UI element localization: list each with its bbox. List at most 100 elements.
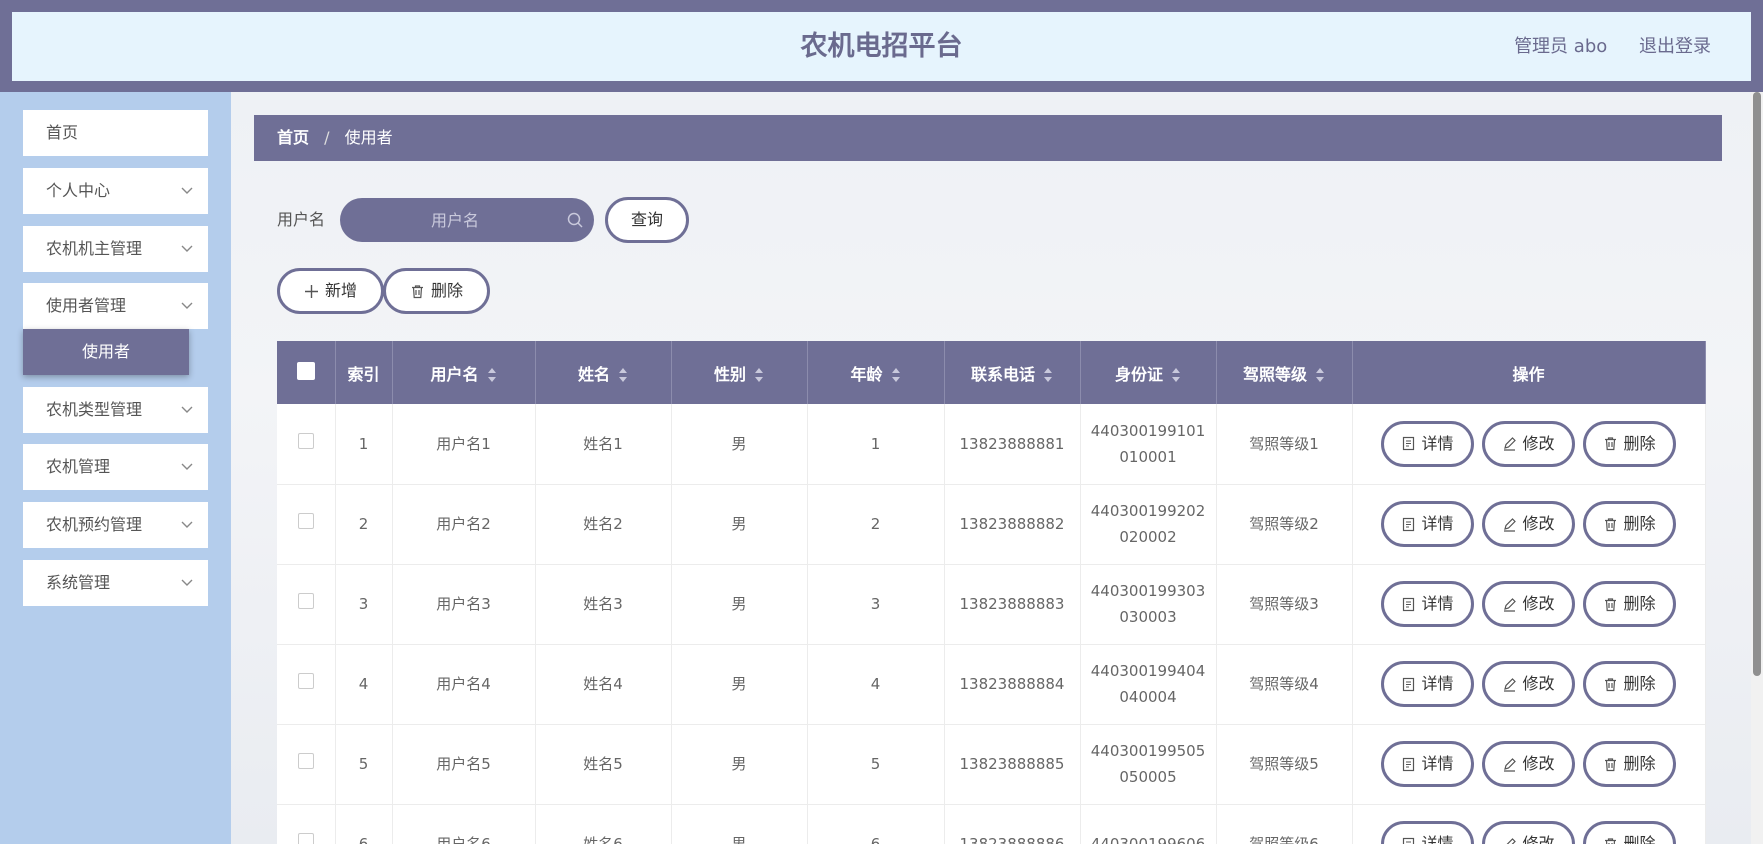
search-input[interactable]: [340, 198, 570, 242]
sort-icon[interactable]: [618, 367, 628, 383]
cell-index: 5: [335, 724, 393, 805]
detail-button[interactable]: 详情: [1381, 661, 1474, 707]
sidebar-item-reservation-management[interactable]: 农机预约管理: [23, 502, 208, 548]
id-card-line-2: 010001: [1119, 447, 1177, 466]
cell-gender: 男: [671, 644, 808, 725]
document-icon: [1403, 837, 1415, 844]
select-all-checkbox[interactable]: [296, 361, 315, 380]
logout-link[interactable]: 退出登录: [1639, 36, 1711, 57]
header-panel: 农机电招平台 管理员 abo 退出登录: [12, 12, 1751, 81]
column-header-index: 索引: [335, 341, 393, 404]
cell-id-card: 440300199404 040004: [1080, 644, 1217, 725]
vertical-scrollbar[interactable]: [1751, 92, 1763, 844]
sort-icon[interactable]: [1171, 367, 1181, 383]
edit-button[interactable]: 修改: [1482, 741, 1575, 787]
table-header-row: 索引 用户名 姓名 性别 年龄 联系电话 身份证 驾照等级 操作: [277, 341, 1706, 404]
delete-button-label: 删除: [1623, 754, 1656, 773]
sort-icon[interactable]: [1315, 367, 1325, 383]
edit-icon: [1504, 437, 1517, 451]
cell-name: 姓名3: [535, 564, 672, 645]
cell-phone: 13823888883: [944, 564, 1081, 645]
select-all-cell: [277, 341, 336, 404]
edit-button[interactable]: 修改: [1482, 581, 1575, 627]
row-checkbox[interactable]: [297, 833, 314, 844]
cell-phone: 13823888882: [944, 484, 1081, 565]
column-header-gender[interactable]: 性别: [671, 341, 808, 404]
sort-icon[interactable]: [487, 367, 497, 383]
cell-gender: 男: [671, 724, 808, 805]
id-card-line-2: 040004: [1119, 688, 1177, 706]
table-row: 3 用户名3 姓名3 男 3 13823888883 440300199303 030003 驾…: [277, 564, 1706, 645]
cell-age: 4: [807, 644, 945, 725]
delete-button[interactable]: 删除: [1583, 420, 1676, 467]
column-header-name[interactable]: 姓名: [535, 341, 672, 404]
query-button[interactable]: 查询: [605, 197, 689, 243]
row-checkbox[interactable]: [297, 593, 314, 609]
cell-license: 驾照等级2: [1216, 484, 1353, 565]
delete-button[interactable]: 删除: [1583, 821, 1676, 844]
detail-button[interactable]: 详情: [1381, 581, 1474, 627]
delete-button-label: 删除: [1623, 514, 1656, 533]
delete-button[interactable]: 删除: [1583, 501, 1676, 547]
sidebar-item-machine-type-management[interactable]: 农机类型管理: [23, 387, 208, 433]
sidebar-item-label: 农机预约管理: [46, 515, 143, 534]
edit-button[interactable]: 修改: [1482, 420, 1575, 467]
delete-button[interactable]: 删除: [1583, 581, 1676, 627]
delete-button-label: 删除: [1623, 674, 1656, 693]
bulk-delete-button[interactable]: 删除: [383, 268, 490, 314]
row-checkbox[interactable]: [297, 673, 314, 689]
column-header-age[interactable]: 年龄: [807, 341, 945, 404]
add-button[interactable]: 新增: [277, 268, 384, 314]
chevron-down-icon: [180, 168, 194, 214]
cell-age: 1: [807, 404, 945, 485]
detail-button[interactable]: 详情: [1381, 821, 1474, 844]
table-row: 6 用户名6 姓名6 男 6 13823888886 440300199606 驾照等级6 详情…: [277, 804, 1706, 844]
sidebar-subitem-users[interactable]: 使用者: [23, 329, 189, 375]
id-card-line-1: 440300199505: [1090, 742, 1206, 760]
row-checkbox[interactable]: [297, 513, 314, 529]
row-checkbox[interactable]: [297, 432, 314, 449]
column-header-phone[interactable]: 联系电话: [944, 341, 1081, 404]
delete-button[interactable]: 删除: [1583, 741, 1676, 787]
sidebar-item-personal-center[interactable]: 个人中心: [23, 168, 208, 214]
sidebar-item-system-management[interactable]: 系统管理: [23, 560, 208, 606]
edit-button[interactable]: 修改: [1482, 821, 1575, 844]
scrollbar-thumb[interactable]: [1753, 92, 1761, 676]
cell-id-card: 440300199202 020002: [1080, 484, 1217, 565]
search-icon[interactable]: [566, 211, 584, 229]
delete-button[interactable]: 删除: [1583, 661, 1676, 707]
sort-icon[interactable]: [891, 367, 901, 383]
column-header-username[interactable]: 用户名: [392, 341, 536, 404]
document-icon: [1403, 677, 1415, 691]
sort-icon[interactable]: [754, 367, 764, 383]
edit-button[interactable]: 修改: [1482, 501, 1575, 547]
detail-button[interactable]: 详情: [1381, 501, 1474, 547]
sidebar: 首页 个人中心 农机机主管理 使用者管理 使用者 农机类型管理 农机管理 农机预…: [0, 92, 231, 844]
id-card-line-2: 050005: [1119, 768, 1177, 786]
row-select-cell: [277, 564, 336, 645]
cell-index: 6: [335, 804, 393, 844]
column-header-id-card[interactable]: 身份证: [1080, 341, 1217, 404]
sidebar-item-machine-management[interactable]: 农机管理: [23, 444, 208, 490]
column-header-license[interactable]: 驾照等级: [1216, 341, 1353, 404]
row-checkbox[interactable]: [297, 753, 314, 769]
search-label: 用户名: [277, 210, 326, 229]
sidebar-item-owner-management[interactable]: 农机机主管理: [23, 226, 208, 272]
trash-icon: [1605, 437, 1617, 451]
detail-button-label: 详情: [1421, 754, 1454, 773]
cell-index: 4: [335, 644, 393, 725]
detail-button[interactable]: 详情: [1381, 420, 1474, 467]
cell-username: 用户名3: [392, 564, 536, 645]
id-card-line-1: 440300199202: [1090, 502, 1206, 520]
cell-id-card: 440300199505 050005: [1080, 724, 1217, 805]
edit-button[interactable]: 修改: [1482, 661, 1575, 707]
query-button-label: 查询: [630, 210, 663, 229]
sidebar-item-home[interactable]: 首页: [23, 110, 208, 156]
sort-icon[interactable]: [1043, 367, 1053, 383]
row-select-cell: [277, 404, 336, 485]
detail-button[interactable]: 详情: [1381, 741, 1474, 787]
breadcrumb-home[interactable]: 首页: [277, 128, 309, 147]
detail-button-label: 详情: [1421, 674, 1454, 693]
document-icon: [1403, 437, 1415, 451]
sidebar-item-user-management[interactable]: 使用者管理: [23, 283, 208, 329]
